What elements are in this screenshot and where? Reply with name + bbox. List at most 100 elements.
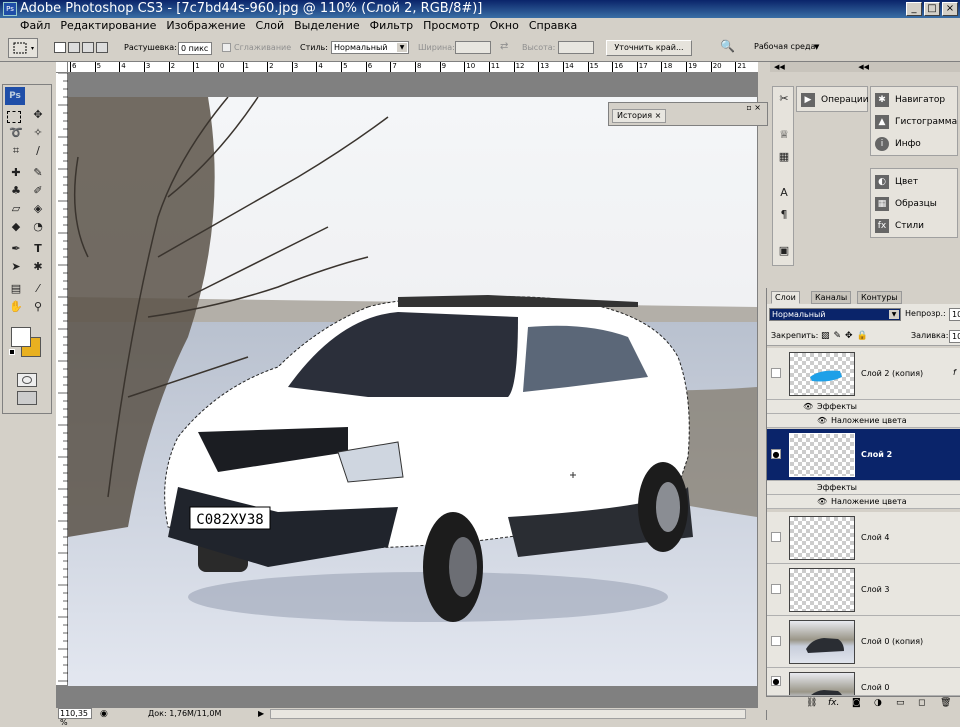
clone-source-icon[interactable]: ♕ — [775, 127, 793, 143]
document-canvas[interactable]: С082ХУ38 — [68, 97, 757, 686]
foreground-color-swatch[interactable] — [11, 327, 31, 347]
move-tool-icon[interactable]: ✥ — [29, 107, 47, 123]
workspace-menu[interactable]: Рабочая среда — [754, 41, 815, 53]
layer-row-layer0-copy[interactable]: Слой 0 (копия) — [767, 616, 960, 668]
dodge-tool-icon[interactable]: ◔ — [29, 219, 47, 235]
minimize-button[interactable]: _ — [906, 2, 922, 16]
notes-tool-icon[interactable]: ▤ — [7, 281, 25, 297]
dock-header[interactable]: ◀◀ ◀◀ — [770, 62, 960, 72]
link-layers-icon[interactable]: ⛓ — [806, 697, 817, 710]
effects-eye-icon[interactable]: 👁 — [803, 401, 813, 413]
status-icon[interactable]: ◉ — [100, 708, 108, 720]
delete-layer-icon[interactable]: 🗑 — [940, 697, 951, 710]
pen-tool-icon[interactable]: ✒ — [7, 241, 25, 257]
tab-channels[interactable]: Каналы — [811, 291, 852, 304]
menu-view[interactable]: Просмотр — [418, 18, 484, 34]
opacity-input[interactable]: 10 — [949, 308, 960, 321]
intersect-selection-icon[interactable] — [96, 42, 108, 53]
info-panel-item[interactable]: i Инфо — [875, 135, 921, 153]
horizontal-scrollbar[interactable] — [270, 709, 746, 719]
eraser-tool-icon[interactable]: ▱ — [7, 201, 25, 217]
horizontal-ruler[interactable]: 6 5 4 3 2 1 0 1 2 3 4 5 6 7 8 9 10 11 12 13 14 15 16 17 18 19 20 21 — [68, 62, 758, 73]
lock-icons[interactable]: ▨✎✥🔒 — [821, 330, 872, 342]
menu-window[interactable]: Окно — [485, 18, 524, 34]
height-input[interactable] — [558, 41, 594, 54]
healing-brush-tool-icon[interactable]: ✚ — [7, 165, 25, 181]
visibility-toggle[interactable] — [771, 368, 781, 378]
brushes-icon[interactable]: ✂ — [775, 91, 793, 107]
tool-presets-icon[interactable]: ▦ — [775, 149, 793, 165]
add-selection-icon[interactable] — [68, 42, 80, 53]
swap-icon[interactable]: ⇄ — [500, 41, 508, 53]
magic-wand-tool-icon[interactable]: ✧ — [29, 125, 47, 141]
layer-row-layer2[interactable]: ● Слой 2 — [767, 429, 960, 481]
fill-input[interactable]: 10 — [949, 330, 960, 343]
visibility-toggle[interactable] — [771, 584, 781, 594]
tab-layers[interactable]: Слои — [771, 291, 800, 304]
visibility-eye-icon[interactable]: ● — [771, 449, 781, 459]
visibility-toggle[interactable] — [771, 636, 781, 646]
actions-panel-item[interactable]: ▶ Операции — [801, 91, 869, 109]
width-input[interactable] — [455, 41, 491, 54]
type-tool-icon[interactable]: T — [29, 241, 47, 257]
paint-bucket-tool-icon[interactable]: ◈ — [29, 201, 47, 217]
maximize-button[interactable]: □ — [924, 2, 940, 16]
screen-mode-icon[interactable] — [17, 391, 37, 405]
overlay-eye-icon[interactable]: 👁 — [817, 496, 827, 508]
history-brush-tool-icon[interactable]: ✐ — [29, 183, 47, 199]
vertical-ruler[interactable] — [56, 72, 68, 685]
history-tab[interactable]: История × — [612, 109, 667, 123]
clone-stamp-tool-icon[interactable]: ♣ — [7, 183, 25, 199]
navigator-panel-item[interactable]: ✱ Навигатор — [875, 91, 945, 109]
feather-input[interactable]: 0 пикс — [178, 42, 212, 55]
crop-tool-icon[interactable]: ⌗ — [7, 143, 25, 159]
layer-comps-icon[interactable]: ▣ — [775, 243, 793, 259]
slice-tool-icon[interactable]: ∕ — [29, 143, 47, 159]
style-select[interactable]: Нормальный ▼ — [331, 41, 409, 54]
overlay-eye-icon[interactable]: 👁 — [817, 415, 827, 427]
menu-edit[interactable]: Редактирование — [55, 18, 161, 34]
blur-tool-icon[interactable]: ◆ — [7, 219, 25, 235]
visibility-toggle[interactable] — [771, 532, 781, 542]
workspace-icon[interactable]: 🔍 — [720, 40, 735, 52]
paragraph-icon[interactable]: ¶ — [775, 207, 793, 223]
lasso-tool-icon[interactable]: ➰ — [7, 125, 25, 141]
ruler-origin[interactable] — [56, 62, 68, 73]
menu-layer[interactable]: Слой — [251, 18, 290, 34]
histogram-panel-item[interactable]: ▲ Гистограмма — [875, 113, 957, 131]
styles-panel-item[interactable]: fx Стили — [875, 217, 924, 235]
menu-help[interactable]: Справка — [524, 18, 582, 34]
brush-tool-icon[interactable]: ✎ — [29, 165, 47, 181]
new-group-icon[interactable]: ▭ — [896, 697, 905, 710]
adjustment-layer-icon[interactable]: ◑ — [874, 697, 882, 710]
visibility-eye-icon[interactable]: ● — [771, 676, 781, 686]
new-layer-icon[interactable]: ◻ — [918, 697, 925, 710]
default-colors-icon[interactable] — [9, 349, 15, 355]
layer-row-layer3[interactable]: Слой 3 — [767, 564, 960, 616]
tool-preset-picker[interactable] — [8, 38, 38, 58]
zoom-level[interactable]: 110,35 % — [58, 708, 92, 727]
blend-mode-select[interactable]: Нормальный ▼ — [769, 308, 901, 321]
path-selection-tool-icon[interactable]: ➤ — [7, 259, 25, 275]
menu-image[interactable]: Изображение — [161, 18, 250, 34]
layer-row-layer0[interactable]: ● Слой 0 — [767, 668, 960, 696]
menu-select[interactable]: Выделение — [289, 18, 365, 34]
layer-row-layer4[interactable]: Слой 4 — [767, 512, 960, 564]
color-panel-item[interactable]: ◐ Цвет — [875, 173, 918, 191]
subtract-selection-icon[interactable] — [82, 42, 94, 53]
custom-shape-tool-icon[interactable]: ✱ — [29, 259, 47, 275]
rect-marquee-tool-icon[interactable] — [7, 111, 21, 123]
zoom-tool-icon[interactable]: ⚲ — [29, 299, 47, 315]
antialias-checkbox[interactable] — [222, 43, 231, 52]
new-selection-icon[interactable] — [54, 42, 66, 53]
layer-row-layer2-copy[interactable]: Слой 2 (копия) f — [767, 348, 960, 400]
eyedropper-tool-icon[interactable]: ⁄ — [29, 281, 47, 297]
hand-tool-icon[interactable]: ✋ — [7, 299, 25, 315]
add-style-icon[interactable]: fx. — [828, 697, 839, 710]
collapse-icon[interactable]: ▫ × — [746, 103, 761, 112]
add-mask-icon[interactable]: ◙ — [852, 697, 861, 710]
refine-edge-button[interactable]: Уточнить край... — [606, 40, 692, 56]
menu-file[interactable]: Файл — [0, 18, 55, 34]
status-menu-icon[interactable]: ▶ — [258, 708, 264, 720]
photoshop-app-icon[interactable]: Ps — [3, 2, 17, 16]
